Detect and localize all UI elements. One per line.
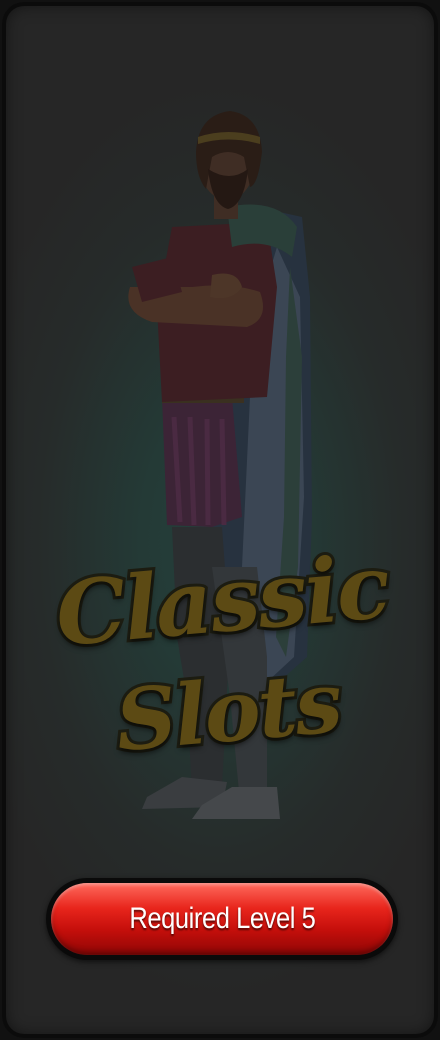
tunic-skirt-shape bbox=[162, 397, 242, 527]
required-level-button[interactable]: Required Level 5 bbox=[46, 878, 398, 960]
required-level-label: Required Level 5 bbox=[128, 902, 315, 935]
required-level-button-face[interactable]: Required Level 5 bbox=[51, 883, 393, 955]
slot-game-card[interactable]: Classic Slots Required Level 5 bbox=[2, 2, 438, 1038]
